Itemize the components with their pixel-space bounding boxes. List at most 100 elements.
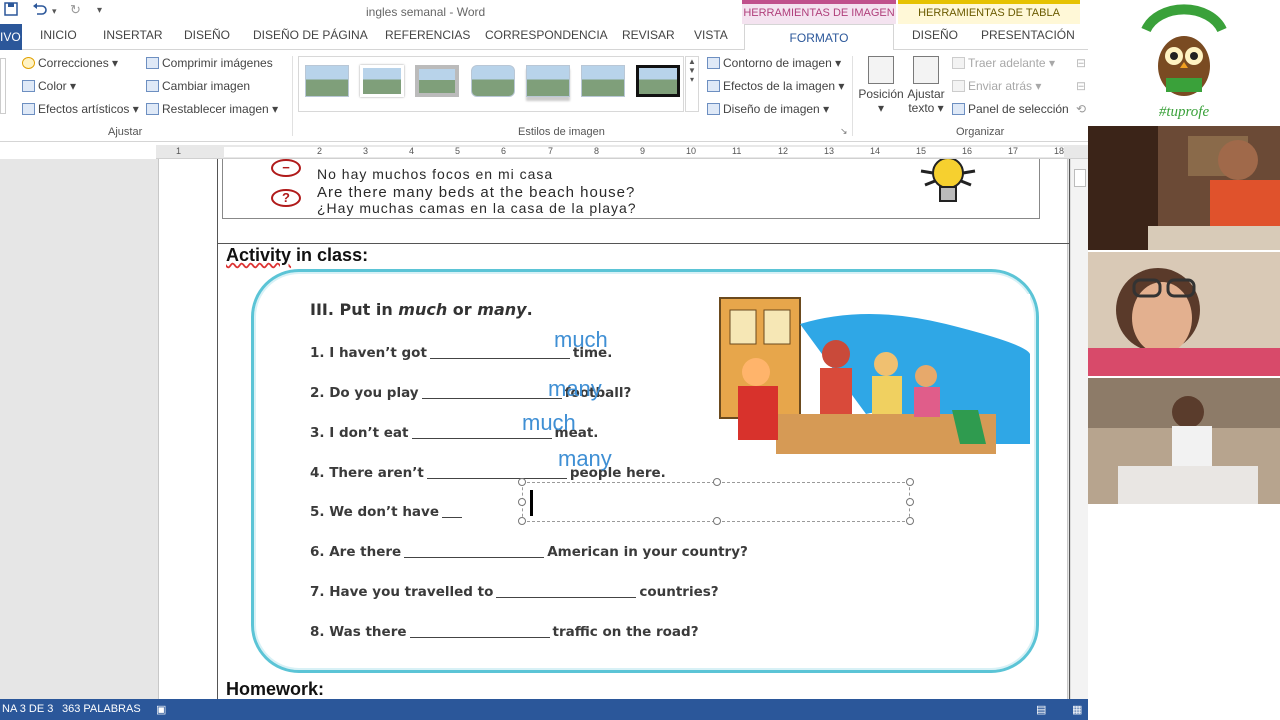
undo-icon[interactable] xyxy=(32,2,48,22)
comprimir-imagenes-button[interactable]: Comprimir imágenes xyxy=(146,56,273,70)
tab-vista[interactable]: VISTA xyxy=(694,28,728,48)
item-blank xyxy=(496,584,637,598)
resize-handle[interactable] xyxy=(518,478,526,486)
ajustar-texto-button[interactable]: Ajustar texto ▾ xyxy=(906,56,946,115)
gallery-scroll[interactable]: ▲ ▼ ▾ xyxy=(685,56,699,112)
undo-dropdown-icon[interactable]: ▾ xyxy=(52,6,57,26)
picture-style-7[interactable] xyxy=(636,65,680,97)
restablecer-imagen-button[interactable]: Restablecer imagen ▾ xyxy=(146,102,278,116)
resize-handle[interactable] xyxy=(906,498,914,506)
picture-style-1[interactable] xyxy=(305,65,349,97)
tab-inicio[interactable]: INICIO xyxy=(40,28,77,48)
participant-video-1[interactable] xyxy=(1088,126,1280,250)
tab-referencias[interactable]: REFERENCIAS xyxy=(385,28,470,48)
answer-2: many xyxy=(548,376,602,401)
resize-handle[interactable] xyxy=(713,517,721,525)
table-tools-group-label: HERRAMIENTAS DE TABLA xyxy=(898,0,1080,24)
vertical-scrollbar[interactable] xyxy=(1070,159,1088,699)
sun-icon xyxy=(22,57,35,69)
contorno-imagen-button[interactable]: Contorno de imagen ▾ xyxy=(707,56,841,70)
tab-archivo[interactable]: IVO xyxy=(0,24,22,50)
tab-revisar[interactable]: REVISAR xyxy=(622,28,675,48)
tab-correspondencia[interactable]: CORRESPONDENCIA xyxy=(485,28,608,48)
print-layout-icon[interactable]: ▦ xyxy=(1072,703,1082,716)
picture-style-4[interactable] xyxy=(471,65,515,97)
ruler-tick: 2 xyxy=(317,146,323,156)
page-indicator[interactable]: NA 3 DE 3 xyxy=(2,703,53,715)
comprimir-label: Comprimir imágenes xyxy=(162,56,273,70)
traer-adelante-button[interactable]: Traer adelante ▾ xyxy=(952,56,1055,70)
resize-handle[interactable] xyxy=(906,517,914,525)
heading-much: much xyxy=(398,300,448,319)
resize-handle[interactable] xyxy=(713,478,721,486)
enviar-atras-button[interactable]: Enviar atrás ▾ xyxy=(952,79,1041,93)
ruler-tick: 5 xyxy=(455,146,461,156)
resize-handle[interactable] xyxy=(906,478,914,486)
answer-5-textbox[interactable] xyxy=(518,478,914,525)
tab-presentacion[interactable]: PRESENTACIÓN xyxy=(981,28,1075,48)
tab-formato[interactable]: FORMATO xyxy=(744,24,894,51)
scroll-thumb[interactable] xyxy=(1074,169,1086,187)
ruler-tick: 18 xyxy=(1054,146,1065,156)
diseno-imagen-button[interactable]: Diseño de imagen ▾ xyxy=(707,102,829,116)
redo-icon[interactable]: ↻ xyxy=(70,2,81,22)
resize-handle[interactable] xyxy=(518,517,526,525)
item-prefix: 3. I don’t eat xyxy=(310,425,409,441)
read-mode-icon[interactable]: ▤ xyxy=(1036,703,1046,716)
selection-pane-icon xyxy=(952,103,965,115)
tab-insertar[interactable]: INSERTAR xyxy=(103,28,163,48)
tab-diseno-pagina[interactable]: DISEÑO DE PÁGINA xyxy=(253,28,368,48)
item-blank xyxy=(442,504,462,518)
owl-logo-icon: #tuprofe xyxy=(1088,0,1280,124)
ribbon-tabs: IVO INICIO INSERTAR DISEÑO DISEÑO DE PÁG… xyxy=(0,24,1088,51)
tab-diseno[interactable]: DISEÑO xyxy=(184,28,230,48)
align-icon[interactable]: ⊟ xyxy=(1076,56,1086,70)
word-count[interactable]: 363 PALABRAS xyxy=(62,703,141,715)
item-prefix: 7. Have you travelled to xyxy=(310,584,494,600)
status-bar: NA 3 DE 3 363 PALABRAS ▣ ▤ ▦ xyxy=(0,699,1088,720)
heading-many: many xyxy=(477,300,527,319)
posicion-button[interactable]: Posición ▾ xyxy=(858,56,904,115)
color-button[interactable]: Color ▾ xyxy=(22,79,76,93)
ajustar-texto-label-2: texto xyxy=(908,101,935,115)
color-icon xyxy=(22,80,35,92)
worksheet-image[interactable]: III. Put in much or many. 1. I haven’t g… xyxy=(251,269,1039,673)
cambiar-imagen-button[interactable]: Cambiar imagen xyxy=(146,79,250,93)
efectos-imagen-button[interactable]: Efectos de la imagen ▾ xyxy=(707,79,844,93)
picture-style-5[interactable] xyxy=(526,65,570,97)
compress-icon xyxy=(146,57,159,69)
picture-style-2[interactable] xyxy=(360,65,404,97)
screen: ▾ ↻ ▾ ingles semanal - Word HERRAMIENTAS… xyxy=(0,0,1280,720)
logo-hashtag: #tuprofe xyxy=(1159,104,1210,120)
light-bulb-icon xyxy=(920,159,976,202)
panel-seleccion-button[interactable]: Panel de selección xyxy=(952,102,1069,116)
correcciones-label: Correcciones xyxy=(38,56,109,70)
horizontal-ruler[interactable]: 1 2 3 4 5 6 7 8 9 10 11 12 13 14 15 16 1… xyxy=(156,145,1088,159)
rotate-icon[interactable]: ⟲ xyxy=(1076,102,1086,116)
ajustar-texto-label-1: Ajustar xyxy=(907,87,945,101)
artistic-effects-icon xyxy=(22,103,35,115)
participant-video-2[interactable] xyxy=(1088,252,1280,376)
document-page[interactable]: − No hay muchos focos en mi casa ? Are t… xyxy=(158,159,1071,699)
group-icon[interactable]: ⊟ xyxy=(1076,79,1086,93)
minus-badge-icon: − xyxy=(271,159,301,177)
answer-3: much xyxy=(522,410,576,435)
save-icon[interactable] xyxy=(4,2,18,22)
dialog-launcher-icon[interactable]: ↘ xyxy=(840,126,848,137)
customize-qat-icon[interactable]: ▾ xyxy=(97,5,102,25)
resize-handle[interactable] xyxy=(518,498,526,506)
participant-video-3[interactable] xyxy=(1088,378,1280,504)
homework-heading: Homework: xyxy=(226,679,325,699)
ruler-tick: 1 xyxy=(176,146,182,156)
efectos-artisticos-button[interactable]: Efectos artísticos ▾ xyxy=(22,102,139,116)
window-title: ingles semanal - Word xyxy=(366,5,486,19)
wrap-text-icon xyxy=(913,56,939,84)
proofing-icon[interactable]: ▣ xyxy=(156,703,166,716)
remove-background-button[interactable] xyxy=(0,58,6,114)
tab-diseno-tabla[interactable]: DISEÑO xyxy=(912,28,958,48)
correcciones-button[interactable]: Correcciones ▾ xyxy=(22,56,118,70)
picture-style-3[interactable] xyxy=(415,65,459,97)
worksheet-heading: III. Put in much or many. xyxy=(310,300,533,319)
item-prefix: 5. We don’t have xyxy=(310,504,439,520)
picture-style-6[interactable] xyxy=(581,65,625,97)
